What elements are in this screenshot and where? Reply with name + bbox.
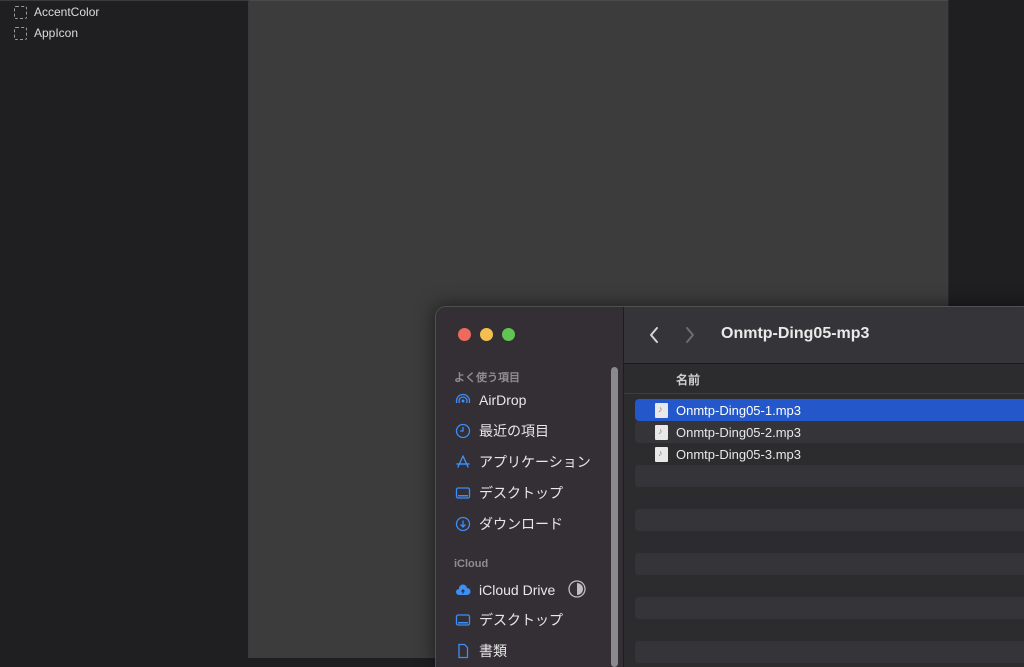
file-name: Onmtp-Ding05-3.mp3 (676, 447, 801, 462)
icloud-section-title: iCloud (454, 558, 488, 570)
sidebar-item-documents[interactable]: 書類 (454, 640, 614, 662)
forward-button[interactable] (680, 324, 700, 346)
sidebar-item-desktop[interactable]: デスクトップ (454, 482, 614, 504)
finder-content: Onmtp-Ding05-mp3 名前 ⌃ Onmtp-Ding05-1.mp3… (624, 307, 1024, 667)
sidebar-scrollbar[interactable] (611, 367, 618, 667)
column-header-bar: 名前 ⌃ (624, 364, 1024, 394)
file-row[interactable]: Onmtp-Ding05-1.mp3 (635, 399, 1024, 421)
sidebar-item-downloads[interactable]: ダウンロード (454, 513, 614, 535)
divider (249, 0, 948, 1)
empty-row (635, 641, 1024, 663)
sidebar-item-airdrop[interactable]: AirDrop (454, 389, 614, 411)
file-list: Onmtp-Ding05-1.mp3 Onmtp-Ding05-2.mp3 On… (635, 399, 1024, 663)
clock-icon (454, 422, 472, 440)
sidebar-item-label: ダウンロード (479, 514, 563, 534)
desktop-icon (454, 484, 472, 502)
asset-item-label: AppIcon (34, 26, 78, 40)
maximize-button[interactable] (502, 328, 515, 341)
sidebar-item-icloud-desktop[interactable]: デスクトップ (454, 609, 614, 631)
sidebar-item-label: 最近の項目 (479, 421, 549, 441)
asset-item-accentcolor[interactable]: AccentColor (14, 3, 99, 21)
divider (0, 0, 248, 1)
finder-toolbar: Onmtp-Ding05-mp3 (624, 307, 1024, 364)
airdrop-icon (454, 391, 472, 409)
color-set-icon (14, 6, 27, 19)
sidebar-item-label: iCloud Drive (479, 582, 555, 598)
empty-row (635, 531, 1024, 553)
audio-file-icon (655, 447, 668, 462)
favorites-section-title: よく使う項目 (454, 369, 520, 385)
chevron-right-icon (684, 326, 696, 344)
sidebar-item-applications[interactable]: アプリケーション (454, 451, 614, 473)
file-row[interactable]: Onmtp-Ding05-2.mp3 (635, 421, 1024, 443)
cloud-icon (454, 581, 472, 599)
sidebar-item-label: 書類 (479, 641, 507, 661)
empty-row (635, 509, 1024, 531)
chevron-left-icon (648, 326, 660, 344)
audio-file-icon (655, 425, 668, 440)
sidebar-item-label: アプリケーション (479, 452, 591, 472)
asset-item-appicon[interactable]: AppIcon (14, 24, 78, 42)
audio-file-icon (655, 403, 668, 418)
empty-row (635, 575, 1024, 597)
empty-row (635, 597, 1024, 619)
applications-icon (454, 453, 472, 471)
sidebar-item-label: AirDrop (479, 392, 526, 408)
empty-row (635, 487, 1024, 509)
empty-row (635, 619, 1024, 641)
file-name: Onmtp-Ding05-2.mp3 (676, 425, 801, 440)
sidebar-item-icloud-drive[interactable]: iCloud Drive (454, 579, 614, 601)
sidebar-item-recents[interactable]: 最近の項目 (454, 420, 614, 442)
asset-navigator: AccentColor AppIcon (0, 0, 249, 658)
close-button[interactable] (458, 328, 471, 341)
download-icon (454, 515, 472, 533)
column-header-name[interactable]: 名前 (676, 371, 700, 388)
file-row[interactable]: Onmtp-Ding05-3.mp3 (635, 443, 1024, 465)
empty-row (635, 465, 1024, 487)
desktop-icon (454, 611, 472, 629)
finder-window: よく使う項目 AirDrop 最近の項目 アプリケーション デスクトップ (436, 307, 1024, 667)
app-icon-set-icon (14, 27, 27, 40)
back-button[interactable] (644, 324, 664, 346)
finder-sidebar: よく使う項目 AirDrop 最近の項目 アプリケーション デスクトップ (436, 307, 624, 667)
window-title: Onmtp-Ding05-mp3 (721, 325, 869, 343)
asset-item-label: AccentColor (34, 5, 99, 19)
document-icon (454, 642, 472, 660)
empty-row (635, 553, 1024, 575)
minimize-button[interactable] (480, 328, 493, 341)
storage-pie-icon (568, 580, 586, 598)
sidebar-item-label: デスクトップ (479, 483, 563, 503)
file-name: Onmtp-Ding05-1.mp3 (676, 403, 801, 418)
sidebar-item-label: デスクトップ (479, 610, 563, 630)
